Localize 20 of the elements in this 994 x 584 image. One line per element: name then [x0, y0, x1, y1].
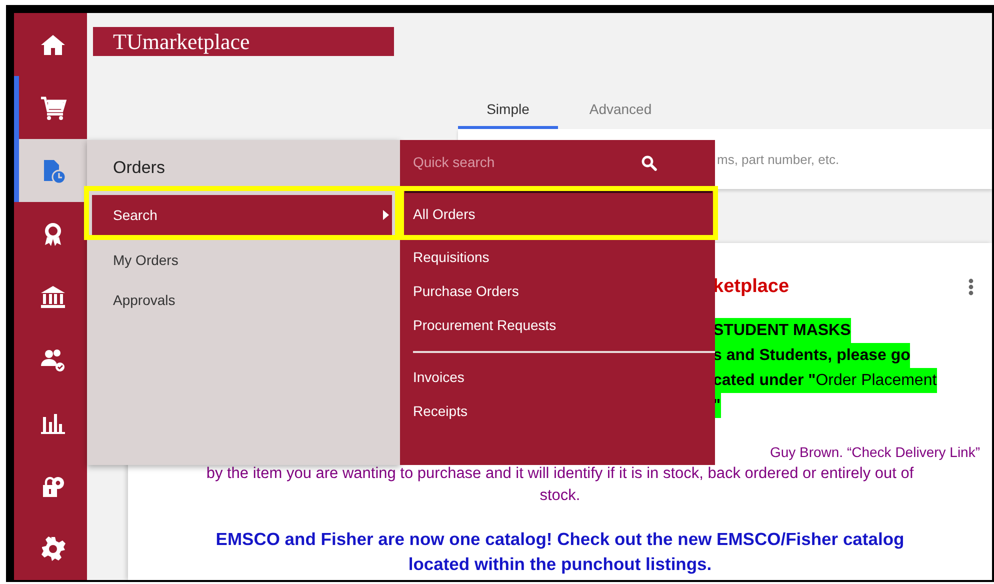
- menu-item[interactable]: My Orders: [92, 240, 392, 280]
- highlighted-text: cated under "Order Placement: [713, 368, 937, 392]
- more-icon[interactable]: [968, 278, 974, 296]
- settings-icon[interactable]: [39, 534, 67, 562]
- note-text: Guy Brown. “Check Delivery Link”: [768, 442, 981, 462]
- menu-item[interactable]: Procurement Requests: [400, 308, 715, 342]
- search-icon[interactable]: [641, 154, 657, 170]
- logo[interactable]: TUmarketplace: [93, 27, 394, 56]
- menu-item[interactable]: Requisitions: [400, 240, 715, 274]
- menu-item[interactable]: Purchase Orders: [400, 274, 715, 308]
- announcement-text: EMSCO and Fisher are now one catalog! Check out the new EMSCO/Fisher catalog located within the punchout listings.: [214, 528, 906, 576]
- menu-item[interactable]: Invoices: [400, 360, 715, 394]
- menu-item[interactable]: Search: [92, 195, 392, 235]
- highlighted-text: STUDENT MASKS: [713, 318, 851, 342]
- menu-item[interactable]: Approvals: [92, 280, 392, 320]
- menu-item[interactable]: Receipts: [400, 394, 715, 428]
- note-text: by the item you are wanting to purchase and it will identify if it is in stock, back ordered or entirely out of stock.: [205, 464, 915, 506]
- menu-title: Orders: [112, 156, 166, 179]
- tab[interactable]: Advanced: [558, 92, 683, 129]
- card-title: ketplace: [713, 275, 790, 299]
